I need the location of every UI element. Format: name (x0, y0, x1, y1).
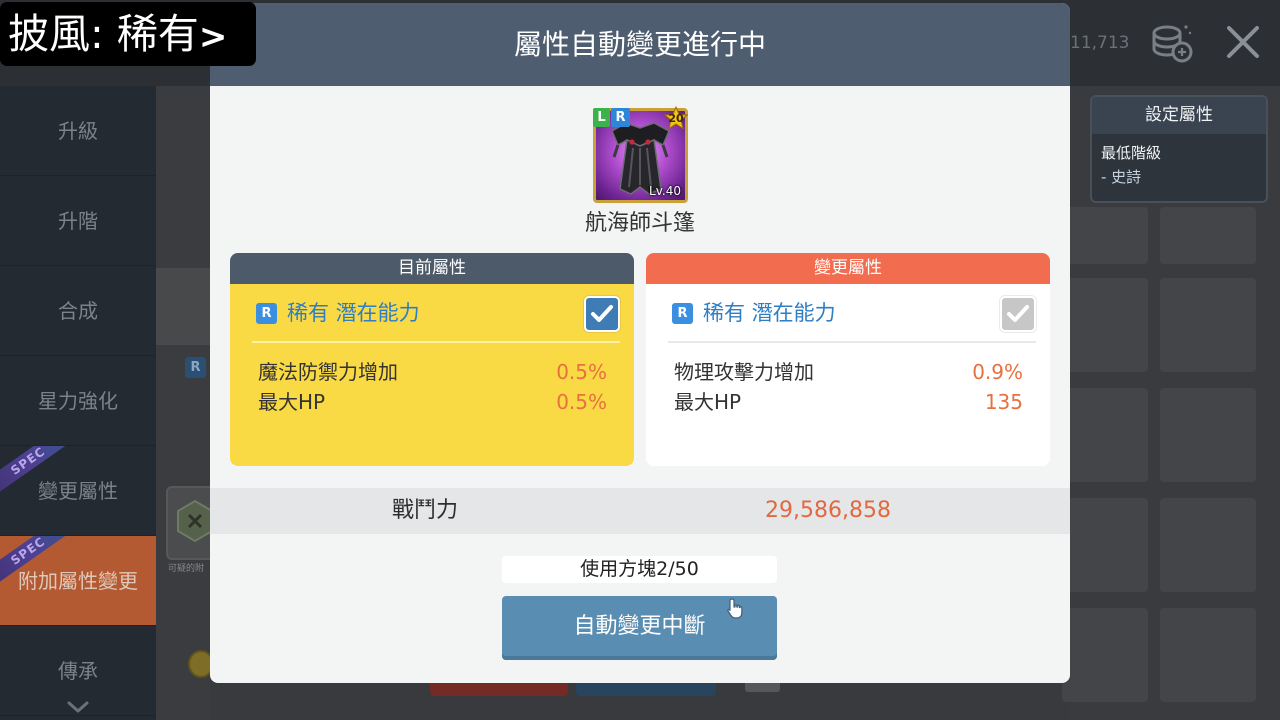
star-force-count: 20 (668, 112, 684, 125)
grade-badge: R (256, 303, 277, 324)
inventory-slot[interactable] (1062, 207, 1148, 264)
pointer-hand-icon (727, 598, 743, 619)
divider (252, 341, 620, 343)
potential-grade: 稀有 潛在能力 (703, 301, 836, 325)
caption-text: 披風: 稀有 (8, 10, 199, 58)
sidebar-item-change-attribute[interactable]: SPEC 變更屬性 (0, 446, 156, 536)
stat-value: 0.5% (556, 360, 607, 384)
stat-value: 0.5% (556, 390, 607, 414)
changed-attribute-panel: 變更屬性 R 稀有 潛在能力 物理攻擊力增加 0.9% 最大HP 135 (646, 253, 1050, 466)
currency-amount: 11,713 (1070, 33, 1130, 53)
meso-stack-icon[interactable] (1148, 22, 1194, 64)
chevron-down-icon[interactable] (66, 700, 90, 714)
sidebar-item-additional-attribute[interactable]: SPEC 附加屬性變更 (0, 536, 156, 626)
grade-badge: R (185, 357, 206, 378)
item-thumbnail[interactable]: L R 20 Lv.40 (593, 106, 688, 203)
sidebar-item-label: 合成 (58, 299, 98, 323)
current-attribute-panel: 目前屬性 R 稀有 潛在能力 魔法防禦力增加 0.5% 最大HP 0.5% (230, 253, 634, 466)
inventory-slot[interactable] (1062, 498, 1148, 592)
inventory-slot[interactable] (1062, 608, 1148, 702)
sidebar-item-label: 變更屬性 (38, 479, 118, 503)
rare-badge: R (611, 108, 630, 127)
stat-name: 魔法防禦力增加 (258, 360, 398, 384)
sidebar-item-label: 升級 (58, 119, 98, 143)
combat-power-row: 戰鬥力 29,586,858 (210, 488, 1070, 534)
grade-badge: R (672, 303, 693, 324)
inventory-slot[interactable] (1160, 388, 1256, 482)
auto-change-modal: 屬性自動變更進行中 L R 20 Lv.40 航海師斗篷 目前屬性 R 稀有 潛… (210, 3, 1070, 683)
current-select-checkbox[interactable] (584, 296, 620, 332)
sidebar-item-label: 傳承 (58, 659, 98, 683)
background-item-slot[interactable] (166, 486, 216, 560)
modal-title: 屬性自動變更進行中 (513, 28, 766, 61)
min-grade-label: 最低階級 (1101, 144, 1162, 162)
inventory-slot[interactable] (1160, 278, 1256, 372)
stat-value: 135 (984, 390, 1023, 414)
close-icon[interactable] (1224, 24, 1262, 60)
inventory-slot[interactable] (1062, 278, 1148, 372)
sidebar-item-label: 升階 (58, 209, 98, 233)
changed-attribute-header: 變更屬性 (646, 253, 1050, 284)
inventory-slot[interactable] (1160, 608, 1256, 702)
cube-usage-count: 使用方塊2/50 (502, 556, 777, 583)
sidebar-item-synthesis[interactable]: 合成 (0, 266, 156, 356)
check-icon (1007, 305, 1029, 322)
item-level: Lv.40 (649, 184, 681, 198)
min-grade-value: - 史詩 (1101, 168, 1142, 186)
sidebar: 升級 升階 合成 星力強化 SPEC 變更屬性 SPEC 附加屬性變更 傳承 (0, 86, 156, 720)
video-caption: 披風: 稀有> (0, 2, 256, 66)
sidebar-item-inherit[interactable]: 傳承 (0, 626, 156, 716)
inventory-slot[interactable] (1062, 388, 1148, 482)
background-item-caption: 可疑的附 (168, 564, 205, 574)
sidebar-item-star-force[interactable]: 星力強化 (0, 356, 156, 446)
combat-power-label: 戰鬥力 (391, 498, 458, 523)
caption-arrow: > (198, 17, 228, 57)
inventory-slot[interactable] (1160, 207, 1256, 264)
stat-name: 物理攻擊力增加 (674, 360, 814, 384)
item-name: 航海師斗篷 (584, 211, 695, 236)
sidebar-item-promote[interactable]: 升階 (0, 176, 156, 266)
current-attribute-header: 目前屬性 (230, 253, 634, 284)
stat-value: 0.9% (972, 360, 1023, 384)
combat-power-value: 29,586,858 (765, 498, 891, 523)
changed-select-checkbox[interactable] (1000, 296, 1036, 332)
sidebar-item-label: 星力強化 (38, 389, 118, 413)
item-list-panel (156, 86, 210, 720)
sidebar-item-label: 附加屬性變更 (18, 569, 138, 593)
list-header-band (156, 268, 210, 345)
legendary-badge: L (593, 108, 610, 127)
settings-attribute-panel[interactable]: 設定屬性 最低階級 - 史詩 (1090, 95, 1268, 203)
check-icon (591, 305, 613, 322)
stat-name: 最大HP (258, 390, 326, 414)
potential-grade: 稀有 潛在能力 (287, 301, 420, 325)
stat-name: 最大HP (674, 390, 742, 414)
divider (668, 341, 1036, 343)
sidebar-item-upgrade[interactable]: 升級 (0, 86, 156, 176)
settings-title: 設定屬性 (1092, 97, 1266, 134)
inventory-slot[interactable] (1160, 498, 1256, 592)
